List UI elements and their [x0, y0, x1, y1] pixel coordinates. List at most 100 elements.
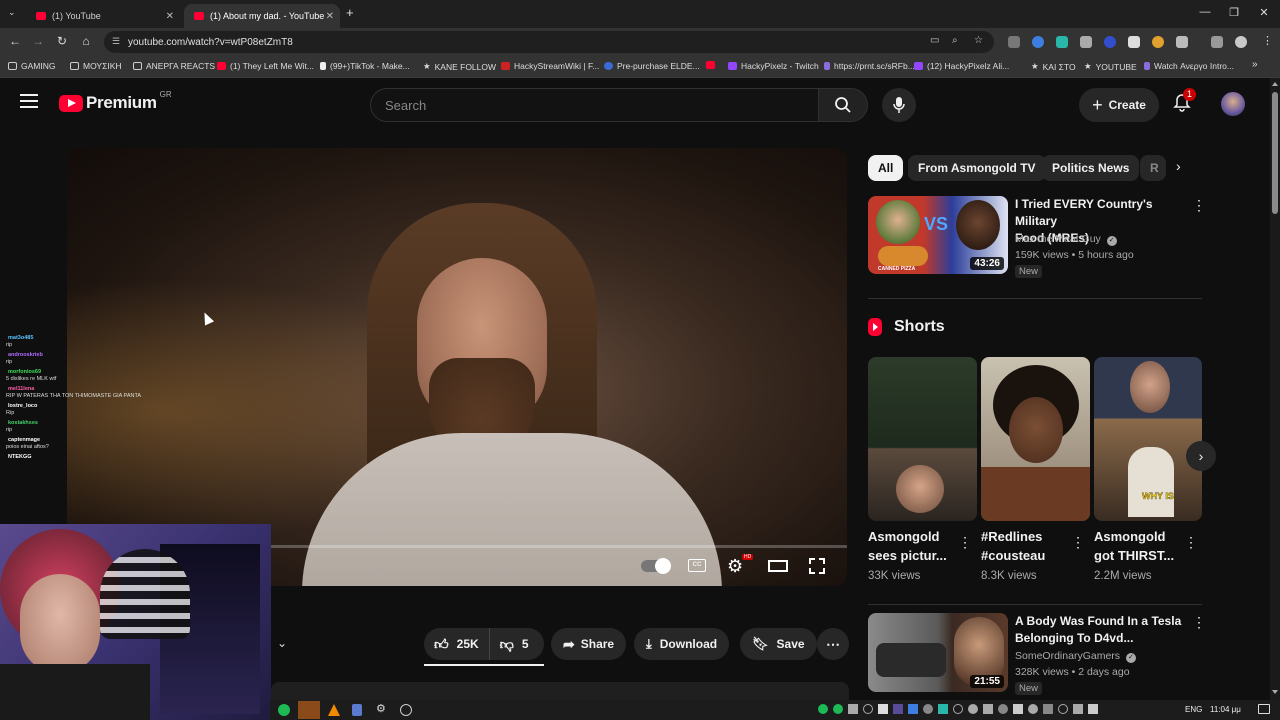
- extensions-puzzle-icon[interactable]: [1176, 36, 1188, 48]
- tray-icon[interactable]: [893, 704, 903, 714]
- channel-name[interactable]: Max the Meat Guy ✓: [1015, 231, 1117, 247]
- dislike-button[interactable]: 👎︎ 5: [490, 628, 539, 660]
- video-menu-icon[interactable]: ⋮: [1192, 197, 1206, 214]
- bookmark-youtube-folder[interactable]: ★ YOUTUBE: [1084, 61, 1137, 72]
- short-thumbnail[interactable]: [868, 357, 977, 521]
- settings-gear-icon[interactable]: ⚙: [727, 556, 743, 577]
- video-menu-icon[interactable]: ⋮: [1192, 614, 1206, 631]
- short-title[interactable]: #Redlines #cousteau: [981, 527, 1045, 565]
- short-thumbnail[interactable]: WHY IS: [1094, 357, 1202, 521]
- chip-partial[interactable]: R: [1140, 155, 1166, 181]
- tray-icon[interactable]: [953, 704, 963, 714]
- short-menu-icon[interactable]: ⋮: [1071, 534, 1085, 551]
- bookmark-kane-follow[interactable]: ★ KANE FOLLOW: [423, 61, 496, 72]
- share-button[interactable]: ➦ Share: [551, 628, 627, 660]
- close-tab-icon[interactable]: ✕: [166, 11, 174, 22]
- tray-icon[interactable]: [1073, 704, 1083, 714]
- bookmark-gaming[interactable]: GAMING: [8, 61, 55, 71]
- close-tab-icon[interactable]: ✕: [326, 11, 334, 22]
- bookmark-kai-sto[interactable]: ★ ΚΑΙ ΣΤΟ: [1031, 61, 1076, 72]
- tray-icon[interactable]: [923, 704, 933, 714]
- tray-icon[interactable]: [938, 704, 948, 714]
- bookmark-mousiki[interactable]: ΜΟΥΣΙΚΗ: [70, 61, 122, 71]
- more-actions-button[interactable]: ⋯: [817, 628, 849, 660]
- recommendation-thumbnail[interactable]: VS CANNED PIZZA 43:26: [868, 196, 1008, 274]
- description-expand-chevron-icon[interactable]: ⌄: [277, 636, 287, 650]
- tab-search-chevron-icon[interactable]: ⌄: [8, 7, 16, 18]
- scroll-up-arrow-icon[interactable]: [1272, 82, 1278, 86]
- short-title[interactable]: Asmongold got THIRST...: [1094, 527, 1174, 565]
- back-icon[interactable]: ←: [6, 34, 24, 48]
- tab-youtube[interactable]: (1) YouTube ✕: [26, 4, 180, 28]
- language-indicator[interactable]: ENG: [1185, 705, 1202, 714]
- extension-1-icon[interactable]: [1008, 36, 1020, 48]
- recommendation-thumbnail[interactable]: 21:55: [868, 613, 1008, 692]
- extension-3-icon[interactable]: [1056, 36, 1068, 48]
- autoplay-toggle[interactable]: [641, 558, 671, 574]
- zoom-icon[interactable]: ⌕: [952, 35, 958, 46]
- theater-mode-icon[interactable]: [768, 560, 788, 572]
- subtitles-cc-icon[interactable]: CC: [688, 559, 706, 572]
- tray-icon[interactable]: [1088, 704, 1098, 714]
- app-taskbar-icon[interactable]: [298, 701, 320, 719]
- taskbar-clock[interactable]: 11:04 μμ: [1210, 705, 1241, 714]
- app-taskbar-icon[interactable]: [400, 704, 412, 716]
- extension-2-icon[interactable]: [1032, 36, 1044, 48]
- account-avatar[interactable]: [1221, 92, 1245, 116]
- forward-icon[interactable]: →: [29, 34, 47, 48]
- home-icon[interactable]: ⌂: [77, 34, 95, 48]
- short-menu-icon[interactable]: ⋮: [1184, 534, 1198, 551]
- search-button[interactable]: [818, 88, 868, 122]
- more-bookmarks-button[interactable]: »: [1252, 59, 1258, 70]
- bookmark-prnt-sc[interactable]: https://prnt.sc/sRFb...: [824, 61, 915, 71]
- notifications-button[interactable]: 1: [1172, 88, 1197, 115]
- browser-menu-icon[interactable]: ⋮: [1262, 34, 1273, 47]
- short-menu-icon[interactable]: ⋮: [958, 534, 972, 551]
- bookmark-youtube[interactable]: [706, 61, 719, 69]
- tray-icon[interactable]: [833, 704, 843, 714]
- hamburger-menu-icon[interactable]: [20, 94, 38, 108]
- tray-icon[interactable]: [1028, 704, 1038, 714]
- bookmark-tiktok[interactable]: (99+)TikTok - Make...: [320, 61, 410, 71]
- description-box[interactable]: [271, 682, 849, 700]
- short-title[interactable]: Asmongold sees pictur...: [868, 527, 947, 565]
- bookmark-star-icon[interactable]: ☆: [974, 35, 983, 46]
- extension-6-icon[interactable]: [1128, 36, 1140, 48]
- notification-center-icon[interactable]: [1258, 704, 1270, 714]
- restore-icon[interactable]: ❐: [1224, 6, 1244, 19]
- page-scrollbar[interactable]: [1270, 78, 1280, 700]
- bookmark-pre-purchase[interactable]: Pre-purchase ELDE...: [604, 61, 700, 71]
- address-bar[interactable]: ☰ youtube.com/watch?v=wtP08etZmT8 ▭ ⌕ ☆: [104, 31, 994, 53]
- extension-4-icon[interactable]: [1080, 36, 1092, 48]
- tray-icon[interactable]: [1013, 704, 1023, 714]
- tray-icon[interactable]: [1043, 704, 1053, 714]
- recommendation-title[interactable]: A Body Was Found In a Tesla Belonging To…: [1015, 613, 1190, 647]
- settings-taskbar-icon[interactable]: ⚙: [376, 702, 386, 715]
- tray-icon[interactable]: [968, 704, 978, 714]
- video-player[interactable]: CC ⚙ HD: [67, 148, 847, 586]
- bookmark-they-left-me[interactable]: (1) They Left Me Wit...: [217, 61, 314, 71]
- tray-icon[interactable]: [908, 704, 918, 714]
- voice-search-button[interactable]: [882, 88, 916, 122]
- tray-icon[interactable]: [998, 704, 1008, 714]
- scroll-down-arrow-icon[interactable]: [1272, 690, 1278, 694]
- create-button[interactable]: + Create: [1079, 88, 1159, 122]
- tray-icon[interactable]: [848, 704, 858, 714]
- like-button[interactable]: 👍︎ 25K: [424, 628, 490, 660]
- shorts-next-button[interactable]: ›: [1186, 441, 1216, 471]
- tab-about-my-dad[interactable]: (1) About my dad. - YouTube ✕: [184, 4, 340, 28]
- chip-politics-news[interactable]: Politics News: [1042, 155, 1140, 181]
- install-app-icon[interactable]: ▭: [930, 35, 939, 46]
- tray-icon[interactable]: [818, 704, 828, 714]
- app-taskbar-icon[interactable]: [352, 704, 362, 716]
- new-tab-button[interactable]: +: [346, 5, 354, 20]
- bookmark-hackypixelz-twitch[interactable]: HackyPixelz - Twitch: [728, 61, 819, 71]
- profile-avatar-icon[interactable]: [1235, 36, 1247, 48]
- tray-icon[interactable]: [983, 704, 993, 714]
- scrollbar-thumb[interactable]: [1272, 92, 1278, 214]
- bookmark-anerga-reacts[interactable]: ΑΝΕΡΓΑ REACTS: [133, 61, 215, 71]
- spotify-taskbar-icon[interactable]: [278, 704, 290, 716]
- save-button[interactable]: 🔖︎ Save: [740, 628, 817, 660]
- site-info-icon[interactable]: ☰: [112, 36, 120, 47]
- chips-next-chevron-icon[interactable]: ›: [1176, 158, 1181, 174]
